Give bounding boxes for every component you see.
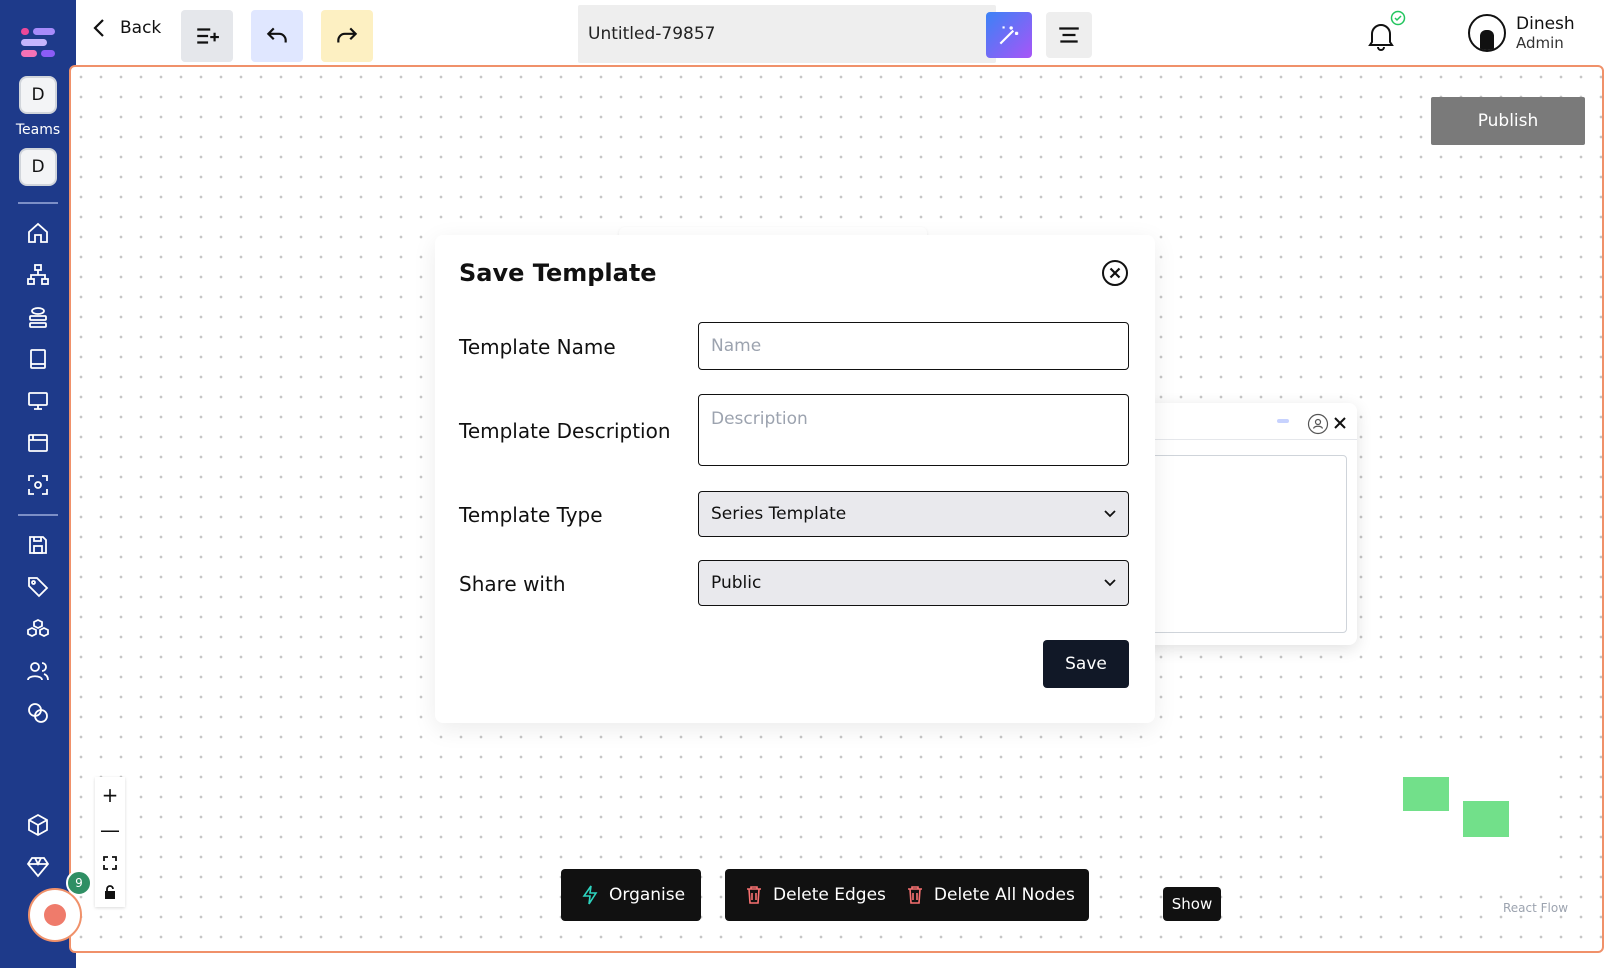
team-badge-secondary[interactable]: D [19,148,57,186]
save-button[interactable]: Save [1043,640,1129,688]
template-type-label: Template Type [459,503,603,527]
trash-icon [747,886,761,904]
undo-button[interactable] [251,10,303,62]
list-plus-icon [197,28,219,44]
organise-button[interactable]: Organise [561,869,701,921]
users-icon[interactable] [23,656,53,686]
notification-count-badge: 9 [66,870,92,896]
bolt-icon [582,885,598,905]
zoom-controls: + — [95,777,125,907]
stack-icon[interactable] [23,302,53,332]
close-circle-icon [1102,260,1128,286]
delete-toolbar: Delete Edges Delete All Nodes [725,869,1089,921]
diamond-icon[interactable] [23,852,53,882]
publish-button[interactable]: Publish [1431,97,1585,145]
trash-icon [907,886,922,904]
redo-button[interactable] [321,10,373,62]
close-node-icon[interactable] [1333,416,1347,430]
top-bar: Back Untitled-79857 Dinesh Admin [76,0,1608,66]
template-name-label: Template Name [459,335,616,359]
align-center-icon [1059,27,1079,43]
template-description-label: Template Description [459,419,671,443]
notifications-button[interactable] [1366,10,1406,56]
chevron-left-icon [93,19,104,37]
share-with-label: Share with [459,572,566,596]
save-template-modal: Save Template Template Name Name Templat… [435,235,1155,723]
back-button[interactable]: Back [92,18,161,38]
organise-label: Organise [609,885,686,905]
save-icon[interactable] [23,530,53,560]
template-name-input[interactable]: Name [698,322,1129,370]
check-circle-icon [1390,10,1406,26]
app-logo[interactable] [21,26,55,60]
minimap-node [1403,777,1449,811]
share-with-select[interactable]: Public [698,560,1129,606]
avatar [1468,14,1506,52]
fit-view-icon[interactable] [103,855,117,870]
flow-canvas[interactable]: Publish + — React Flow Organise Delete E… [69,65,1604,953]
sidebar-divider-2 [18,514,58,516]
cubes-icon[interactable] [23,614,53,644]
undo-icon [266,27,287,43]
book-icon[interactable] [23,344,53,374]
magic-wand-button[interactable] [986,12,1032,58]
redo-icon [337,27,358,43]
template-description-textarea[interactable]: Description [698,394,1129,466]
align-menu-button[interactable] [1046,12,1092,58]
sidebar: D Teams D [0,0,76,968]
react-flow-attribution[interactable]: React Flow [1503,901,1568,915]
user-circle-icon[interactable] [1307,413,1329,435]
minimize-icon[interactable] [1277,419,1289,423]
delete-edges-button[interactable]: Delete Edges [773,885,886,905]
user-name: Dinesh [1516,14,1575,34]
sidebar-divider [18,202,58,204]
tag-icon[interactable] [23,572,53,602]
team-badge-primary[interactable]: D [19,76,57,114]
recording-widget[interactable]: 9 [28,870,92,942]
modal-title: Save Template [459,259,657,287]
minimap[interactable] [1327,755,1547,879]
user-profile[interactable]: Dinesh Admin [1468,14,1575,52]
package-icon[interactable] [23,810,53,840]
magic-wand-icon [999,26,1019,45]
chevron-down-icon [1104,579,1116,587]
back-label: Back [120,18,162,38]
user-role: Admin [1516,34,1564,52]
monitor-icon[interactable] [23,386,53,416]
zoom-out-button[interactable]: — [100,820,120,840]
coins-icon[interactable] [23,698,53,728]
zoom-in-button[interactable]: + [102,785,119,805]
add-node-button[interactable] [181,10,233,62]
template-type-select[interactable]: Series Template [698,491,1129,537]
lock-icon[interactable] [104,885,116,900]
show-button[interactable]: Show [1163,887,1221,921]
sitemap-icon[interactable] [23,260,53,290]
browser-window-icon[interactable] [23,428,53,458]
minimap-node [1463,801,1509,837]
home-icon[interactable] [23,218,53,248]
close-modal-button[interactable] [1101,259,1129,287]
chevron-down-icon [1104,510,1116,518]
teams-label: Teams [15,122,61,138]
scan-icon[interactable] [23,470,53,500]
record-dot-icon [44,904,66,926]
document-title[interactable]: Untitled-79857 [578,5,996,63]
delete-all-nodes-button[interactable]: Delete All Nodes [934,885,1075,905]
